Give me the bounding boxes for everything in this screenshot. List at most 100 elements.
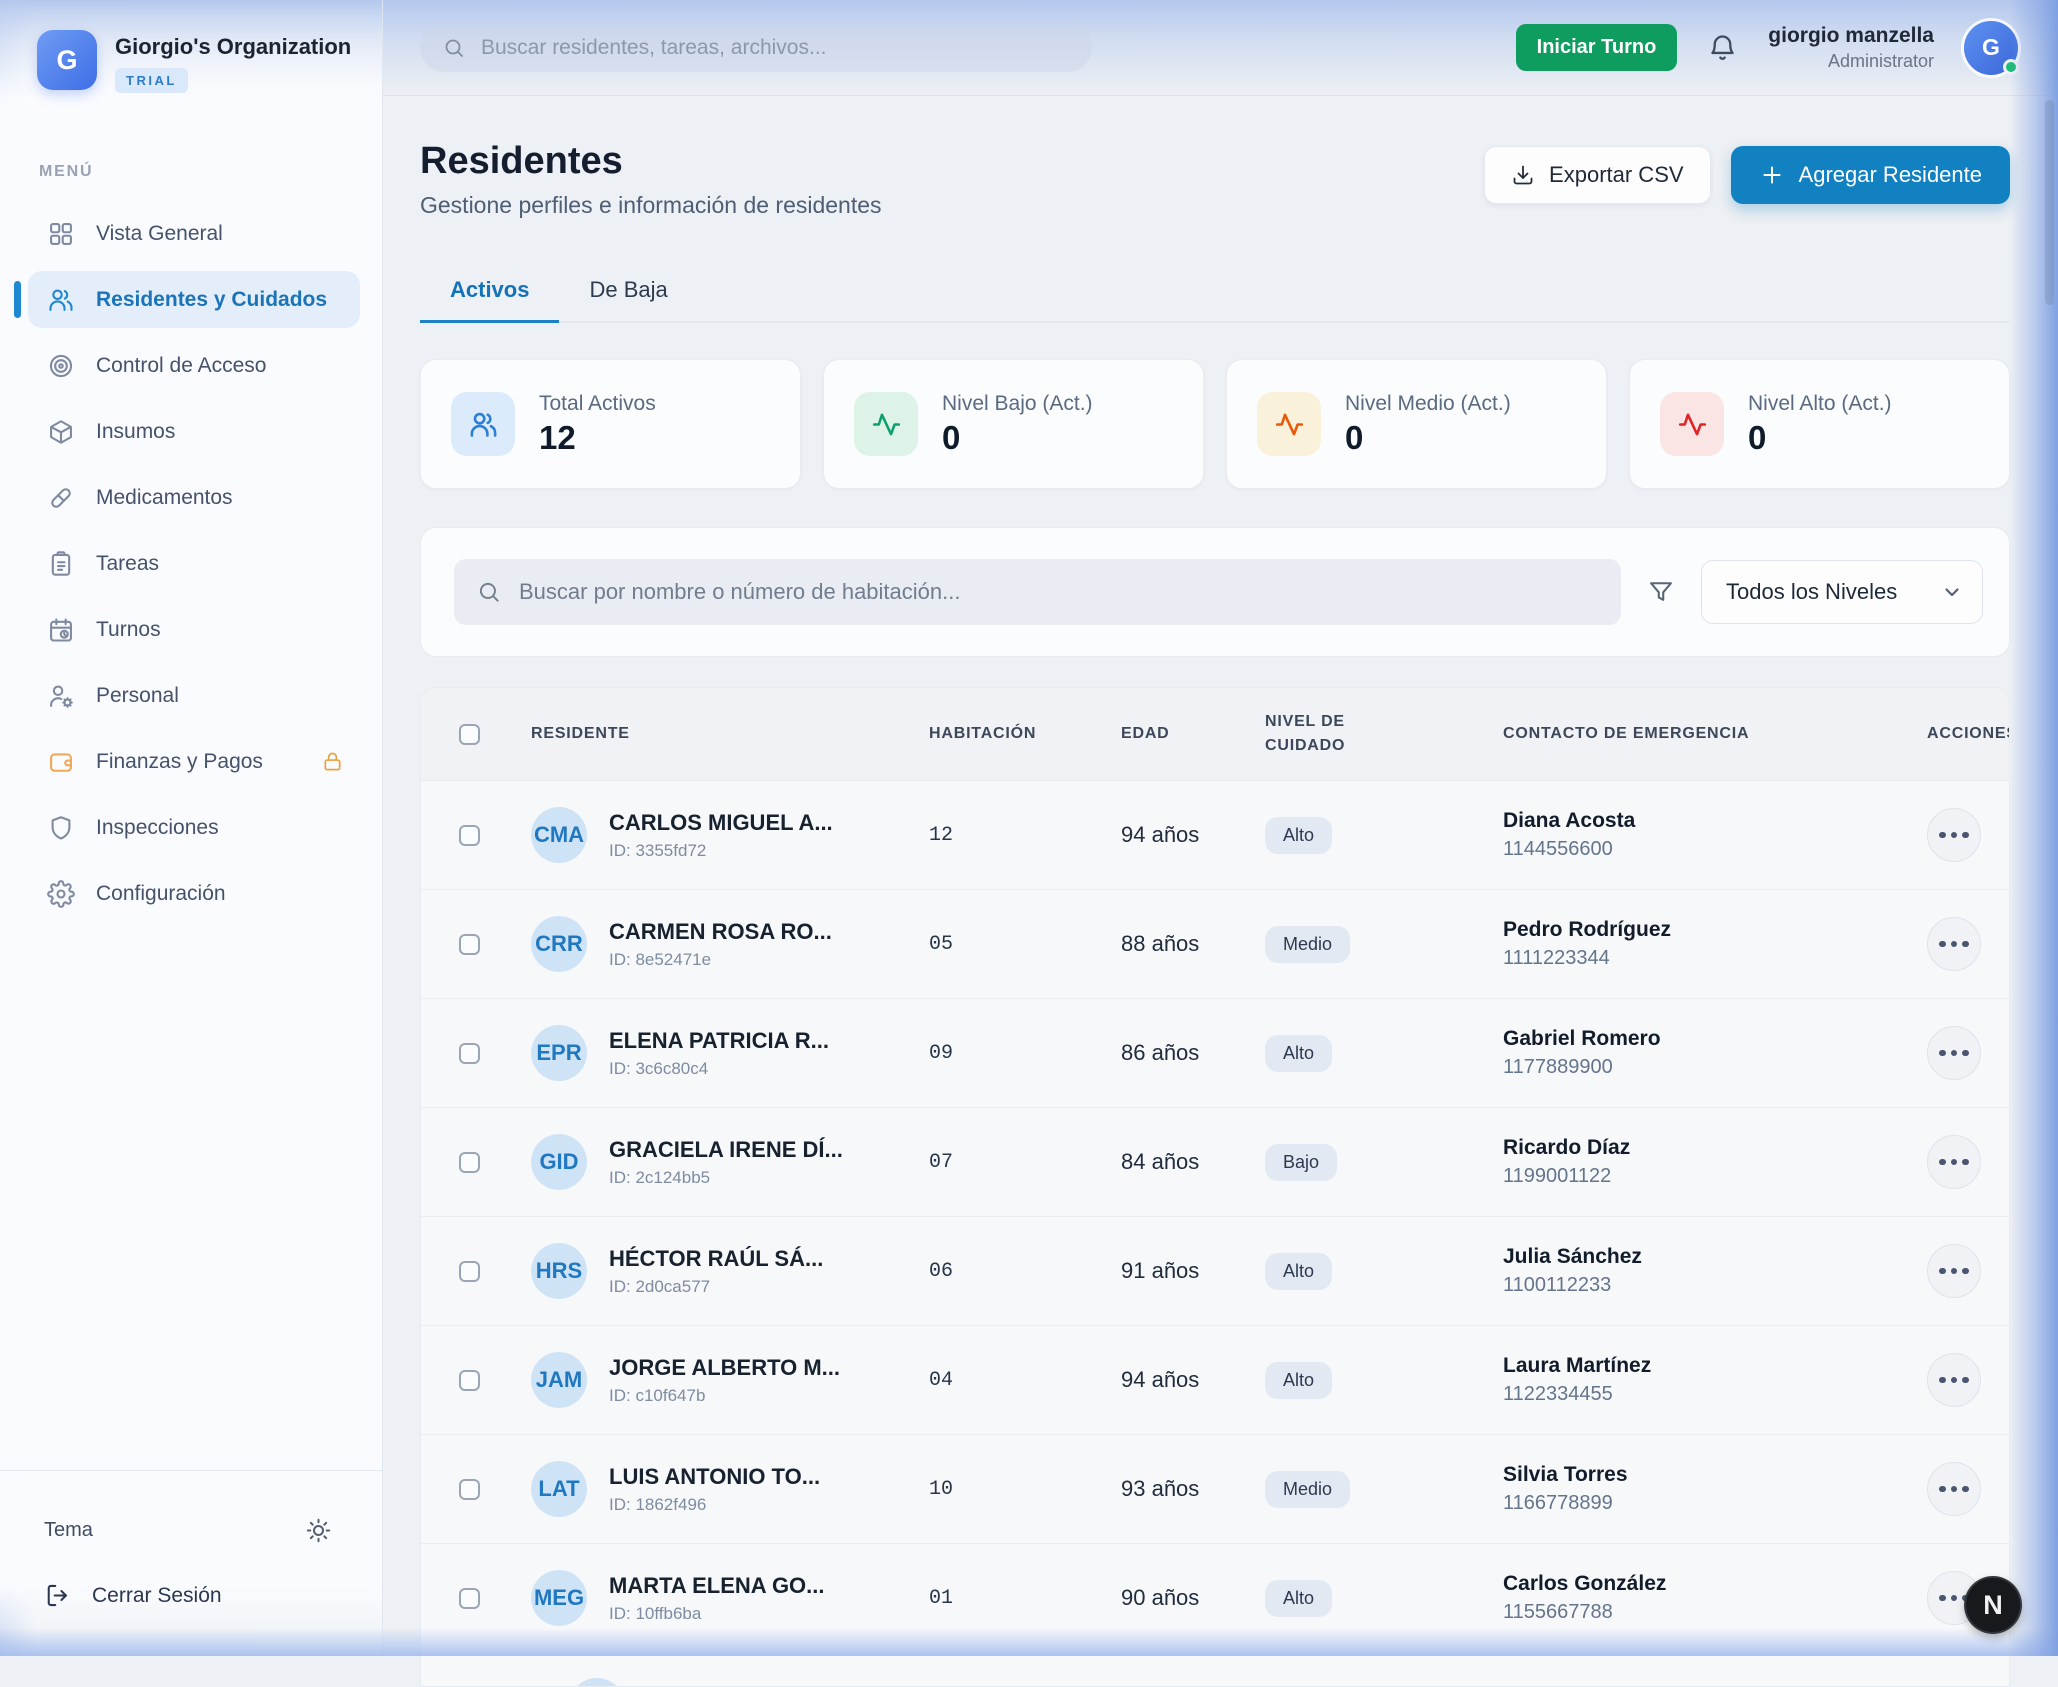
users-icon xyxy=(47,286,75,314)
stat-card: Total Activos 12 xyxy=(420,359,801,489)
row-checkbox[interactable] xyxy=(459,1261,480,1282)
sidebar-item-configuracion[interactable]: Configuración xyxy=(28,865,360,922)
row-checkbox[interactable] xyxy=(459,1588,480,1609)
filter-funnel-icon[interactable] xyxy=(1647,578,1675,606)
emergency-contact-name: Carlos González xyxy=(1503,1572,1927,1596)
resident-avatar: EPR xyxy=(531,1025,587,1081)
activity xyxy=(1677,409,1708,440)
resident-name: JORGE ALBERTO M... xyxy=(609,1355,840,1381)
theme-label: Tema xyxy=(44,1519,93,1542)
export-csv-button[interactable]: Exportar CSV xyxy=(1484,146,1711,204)
table-row[interactable]: CMA CARLOS MIGUEL A... ID: 3355fd72 12 9… xyxy=(421,781,2009,890)
start-shift-button[interactable]: Iniciar Turno xyxy=(1516,24,1678,71)
sidebar-item-insumos[interactable]: Insumos xyxy=(28,403,360,460)
online-status-dot xyxy=(2003,59,2019,75)
resident-age: 94 años xyxy=(1121,822,1265,848)
col-residente: Residente xyxy=(531,725,929,743)
emergency-contact-name: Gabriel Romero xyxy=(1503,1027,1927,1051)
table-row[interactable]: GID GRACIELA IRENE DÍ... ID: 2c124bb5 07… xyxy=(421,1108,2009,1217)
tabs: Activos De Baja xyxy=(420,277,2010,323)
residents-table: Residente Habitación Edad Nivel de Cuida… xyxy=(420,687,2010,1687)
table-header-row: Residente Habitación Edad Nivel de Cuida… xyxy=(421,688,2009,781)
table-row[interactable]: HRS HÉCTOR RAÚL SÁ... ID: 2d0ca577 06 91… xyxy=(421,1217,2009,1326)
row-checkbox[interactable] xyxy=(459,934,480,955)
logout-button[interactable]: Cerrar Sesión xyxy=(0,1544,382,1609)
tab-de-baja[interactable]: De Baja xyxy=(559,277,697,323)
resident-avatar: CMA xyxy=(531,807,587,863)
care-level-badge: Bajo xyxy=(1265,1144,1337,1181)
org-header: G Giorgio's Organization TRIAL xyxy=(0,0,382,93)
table-row[interactable]: LAT LUIS ANTONIO TO... ID: 1862f496 10 9… xyxy=(421,1435,2009,1544)
row-actions-button[interactable] xyxy=(1927,1353,1981,1407)
resident-name: MARTA ELENA GO... xyxy=(609,1573,825,1599)
table-row[interactable]: MEG MARTA ELENA GO... ID: 10ffb6ba 01 90… xyxy=(421,1544,2009,1653)
room-number: 10 xyxy=(929,1478,1121,1501)
sidebar-item-medicamentos[interactable]: Medicamentos xyxy=(28,469,360,526)
resident-id: ID: 3355fd72 xyxy=(609,841,833,861)
emergency-contact-phone: 1144556600 xyxy=(1503,838,1927,861)
menu-section-label: MENÚ xyxy=(39,163,382,181)
sidebar-item-personal[interactable]: Personal xyxy=(28,667,360,724)
row-actions-button[interactable] xyxy=(1927,917,1981,971)
resident-search-input[interactable] xyxy=(519,579,1599,605)
sidebar: G Giorgio's Organization TRIAL MENÚ Vist… xyxy=(0,0,383,1656)
org-initial: G xyxy=(56,45,77,76)
topbar: Iniciar Turno giorgio manzella Administr… xyxy=(383,0,2058,96)
add-resident-button[interactable]: Agregar Residente xyxy=(1731,146,2010,204)
row-checkbox[interactable] xyxy=(459,825,480,846)
row-checkbox[interactable] xyxy=(459,1043,480,1064)
global-search[interactable] xyxy=(420,23,1092,72)
care-level-badge: Medio xyxy=(1265,1471,1350,1508)
row-actions-button[interactable] xyxy=(1927,808,1981,862)
level-filter-select[interactable]: Todos los Niveles xyxy=(1701,560,1983,624)
sidebar-item-residentes[interactable]: Residentes y Cuidados xyxy=(28,271,360,328)
resident-name: ELENA PATRICIA R... xyxy=(609,1028,829,1054)
row-actions-button[interactable] xyxy=(1927,1135,1981,1189)
table-row[interactable]: CRR CARMEN ROSA RO... ID: 8e52471e 05 88… xyxy=(421,890,2009,999)
bell-icon[interactable] xyxy=(1707,32,1738,63)
care-level-badge: Medio xyxy=(1265,926,1350,963)
logout-icon xyxy=(44,1582,71,1609)
row-checkbox[interactable] xyxy=(459,1479,480,1500)
resident-name: CARLOS MIGUEL A... xyxy=(609,810,833,836)
row-actions-button[interactable] xyxy=(1927,1026,1981,1080)
row-checkbox[interactable] xyxy=(459,1152,480,1173)
stat-card: Nivel Bajo (Act.) 0 xyxy=(823,359,1204,489)
emergency-contact-phone: 1155667788 xyxy=(1503,1601,1927,1624)
col-acciones: Acciones xyxy=(1927,725,2010,743)
room-number: 09 xyxy=(929,1042,1121,1065)
tab-activos[interactable]: Activos xyxy=(420,277,559,323)
emergency-contact-phone: 1177889900 xyxy=(1503,1056,1927,1079)
emergency-contact-name: Ricardo Díaz xyxy=(1503,1136,1927,1160)
sidebar-item-tareas[interactable]: Tareas xyxy=(28,535,360,592)
emergency-contact-phone: 1100112233 xyxy=(1503,1274,1927,1297)
select-all-checkbox[interactable] xyxy=(459,724,480,745)
room-number: 05 xyxy=(929,933,1121,956)
sidebar-item-label: Inspecciones xyxy=(96,816,219,840)
resident-avatar: GID xyxy=(531,1134,587,1190)
stat-value: 12 xyxy=(539,419,656,457)
resident-id: ID: 2d0ca577 xyxy=(609,1277,823,1297)
emergency-contact-name: Laura Martínez xyxy=(1503,1354,1927,1378)
sidebar-item-inspecciones[interactable]: Inspecciones xyxy=(28,799,360,856)
col-edad: Edad xyxy=(1121,725,1265,743)
resident-age: 84 años xyxy=(1121,1149,1265,1175)
sidebar-item-finanzas[interactable]: Finanzas y Pagos xyxy=(28,733,360,790)
main-content: Residentes Gestione perfiles e informaci… xyxy=(383,96,2058,1656)
row-actions-button[interactable] xyxy=(1927,1244,1981,1298)
sun-icon[interactable] xyxy=(305,1517,332,1544)
scrollbar-thumb[interactable] xyxy=(2045,100,2054,305)
avatar[interactable]: G xyxy=(1964,21,2018,75)
global-search-input[interactable] xyxy=(481,36,1070,60)
resident-search[interactable] xyxy=(454,559,1621,625)
emergency-contact-phone: 1199001122 xyxy=(1503,1165,1927,1188)
table-row[interactable]: JAM JORGE ALBERTO M... ID: c10f647b 04 9… xyxy=(421,1326,2009,1435)
sidebar-item-control-acceso[interactable]: Control de Acceso xyxy=(28,337,360,394)
row-actions-button[interactable] xyxy=(1927,1462,1981,1516)
sidebar-item-turnos[interactable]: Turnos xyxy=(28,601,360,658)
row-checkbox[interactable] xyxy=(459,1370,480,1391)
stat-value: 0 xyxy=(942,419,1093,457)
sidebar-item-vista-general[interactable]: Vista General xyxy=(28,205,360,262)
table-row[interactable]: EPR ELENA PATRICIA R... ID: 3c6c80c4 09 … xyxy=(421,999,2009,1108)
nextjs-dev-badge[interactable]: N xyxy=(1966,1578,2020,1632)
